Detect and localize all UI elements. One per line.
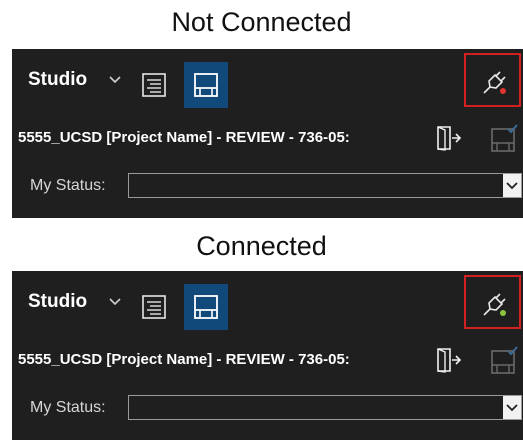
- dropdown-arrow-icon[interactable]: [503, 396, 521, 419]
- connection-status-indicator[interactable]: [464, 53, 521, 107]
- dropdown-arrow-icon[interactable]: [503, 174, 521, 197]
- connection-status-indicator[interactable]: [464, 275, 521, 329]
- status-dot: [500, 310, 506, 316]
- panel-check-icon[interactable]: [489, 345, 519, 382]
- my-status-label: My Status:: [30, 399, 106, 416]
- studio-panel-not-connected: Studio 5555_UCSD [Project Name] - REVIEW…: [12, 49, 523, 218]
- layout-view-button[interactable]: [184, 284, 228, 330]
- panel-check-icon[interactable]: [489, 123, 519, 160]
- chevron-down-icon[interactable]: [108, 293, 122, 311]
- exit-icon[interactable]: [432, 345, 462, 380]
- status-dot: [500, 88, 506, 94]
- my-status-label: My Status:: [30, 177, 106, 194]
- project-title: 5555_UCSD [Project Name] - REVIEW - 736-…: [18, 129, 350, 146]
- toolbar: Studio: [12, 49, 523, 111]
- studio-menu[interactable]: Studio: [28, 291, 87, 313]
- my-status-select[interactable]: [128, 395, 522, 420]
- list-view-button[interactable]: [132, 62, 176, 108]
- section-heading-not-connected: Not Connected: [171, 7, 352, 37]
- project-title: 5555_UCSD [Project Name] - REVIEW - 736-…: [18, 351, 350, 368]
- exit-icon[interactable]: [432, 123, 462, 158]
- studio-panel-connected: Studio 5555_UCSD [Project Name] - REVIEW…: [12, 271, 523, 440]
- list-view-button[interactable]: [132, 284, 176, 330]
- studio-menu[interactable]: Studio: [28, 69, 87, 91]
- section-heading-connected: Connected: [196, 231, 327, 261]
- layout-view-button[interactable]: [184, 62, 228, 108]
- chevron-down-icon[interactable]: [108, 71, 122, 89]
- my-status-select[interactable]: [128, 173, 522, 198]
- toolbar: Studio: [12, 271, 523, 333]
